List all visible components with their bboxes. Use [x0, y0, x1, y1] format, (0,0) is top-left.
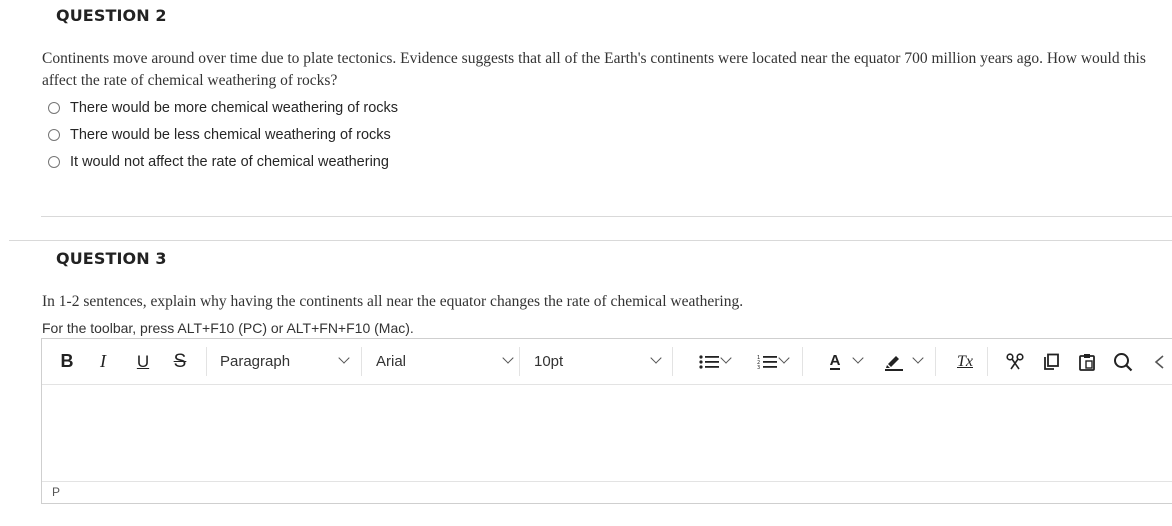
chevron-down-icon: [778, 352, 790, 364]
bold-button[interactable]: B: [56, 339, 78, 384]
option-label: It would not affect the rate of chemical…: [70, 154, 389, 170]
question-2-divider: [41, 216, 1172, 217]
radio-button[interactable]: [48, 129, 60, 141]
text-color-icon: A: [829, 352, 841, 370]
toolbar-separator: [987, 347, 988, 376]
find-replace-button[interactable]: [1108, 339, 1138, 384]
cut-button[interactable]: [1000, 339, 1030, 384]
scissors-icon: [1006, 352, 1024, 369]
font-family-dropdown[interactable]: Arial: [376, 339, 516, 384]
question-2-title: QUESTION 2: [56, 6, 167, 25]
font-family-value: Arial: [376, 353, 407, 370]
chevron-down-icon: [852, 352, 864, 364]
answer-option-more[interactable]: There would be more chemical weathering …: [48, 98, 398, 118]
toolbar-separator: [802, 347, 803, 376]
chevron-down-icon: [720, 352, 732, 364]
numbered-list-button[interactable]: 1 2 3: [742, 339, 792, 384]
svg-text:3: 3: [757, 365, 760, 370]
toolbar-separator: [935, 347, 936, 376]
bullet-list-icon: [699, 354, 719, 369]
question-2-text: Continents move around over time due to …: [42, 50, 1146, 89]
chevron-down-icon: [650, 352, 662, 364]
question-3-title: QUESTION 3: [56, 249, 167, 268]
editor-content-area[interactable]: [42, 384, 1172, 484]
font-size-value: 10pt: [534, 353, 564, 370]
radio-button[interactable]: [48, 102, 60, 114]
answer-option-less[interactable]: There would be less chemical weathering …: [48, 125, 391, 145]
arrow-left-icon: [1154, 354, 1164, 369]
answer-option-no-effect[interactable]: It would not affect the rate of chemical…: [48, 152, 389, 172]
section-divider: [9, 240, 1172, 241]
toolbar-separator: [672, 347, 673, 376]
paste-button[interactable]: [1072, 339, 1102, 384]
italic-button[interactable]: I: [92, 339, 114, 384]
editor-statusbar: P: [42, 481, 1172, 503]
copy-icon: [1044, 353, 1059, 370]
search-icon: [1114, 352, 1133, 371]
highlight-color-button[interactable]: [876, 339, 928, 384]
toolbar-separator: [206, 347, 207, 376]
chevron-down-icon: [502, 352, 514, 364]
question-3-text: In 1-2 sentences, explain why having the…: [42, 293, 744, 310]
chevron-down-icon: [338, 352, 350, 364]
numbered-list-icon: 1 2 3: [757, 355, 777, 370]
font-size-dropdown[interactable]: 10pt: [534, 339, 664, 384]
paragraph-dropdown[interactable]: Paragraph: [220, 339, 360, 384]
editor-toolbar: B I U S Paragraph Arial 10pt 1 2 3 A Tx: [42, 339, 1172, 385]
underline-button[interactable]: U: [132, 339, 154, 384]
toolbar-separator: [361, 347, 362, 376]
highlighter-icon: [885, 355, 903, 371]
option-label: There would be less chemical weathering …: [70, 127, 391, 143]
rich-text-editor[interactable]: B I U S Paragraph Arial 10pt 1 2 3 A Tx …: [41, 338, 1172, 504]
clipboard-icon: [1079, 353, 1095, 371]
element-path[interactable]: P: [52, 485, 60, 499]
more-tools-button[interactable]: [1146, 339, 1172, 384]
clear-formatting-button[interactable]: Tx: [950, 339, 980, 384]
chevron-down-icon: [912, 352, 924, 364]
option-label: There would be more chemical weathering …: [70, 100, 399, 116]
paragraph-value: Paragraph: [220, 353, 291, 370]
strikethrough-button[interactable]: S: [168, 339, 192, 384]
text-color-button[interactable]: A: [818, 339, 868, 384]
bullet-list-button[interactable]: [684, 339, 734, 384]
toolbar-hint: For the toolbar, press ALT+F10 (PC) or A…: [42, 320, 414, 336]
toolbar-separator: [519, 347, 520, 376]
radio-button[interactable]: [48, 156, 60, 168]
copy-button[interactable]: [1036, 339, 1066, 384]
clear-formatting-icon: Tx: [957, 352, 973, 370]
